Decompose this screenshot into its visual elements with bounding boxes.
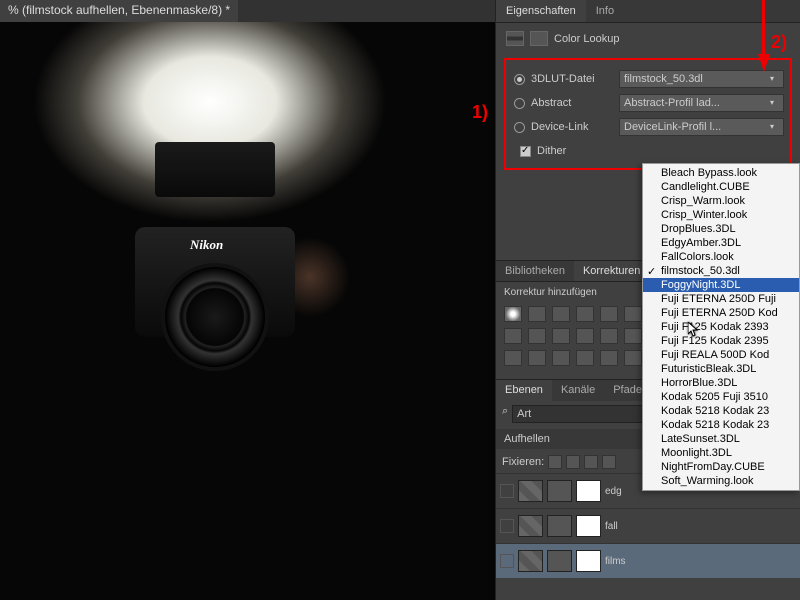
chevron-down-icon: ▾ [765, 119, 779, 135]
visibility-toggle[interactable] [500, 554, 514, 568]
levels-icon[interactable] [528, 306, 546, 322]
link-icon[interactable] [547, 480, 572, 502]
lock-pixels-icon[interactable] [566, 455, 580, 469]
properties-title: Color Lookup [554, 33, 619, 45]
link-icon[interactable] [547, 550, 572, 572]
lut-menu-item[interactable]: Kodak 5218 Kodak 23 [643, 404, 799, 418]
curves-icon[interactable] [552, 306, 570, 322]
exposure-icon[interactable] [576, 306, 594, 322]
tab-properties[interactable]: Eigenschaften [496, 0, 586, 22]
lut-menu-item[interactable]: Fuji F125 Kodak 2395 [643, 334, 799, 348]
layer-name[interactable]: edg [605, 486, 622, 497]
adj-icon[interactable] [624, 306, 642, 322]
dropdown-devicelink[interactable]: DeviceLink-Profil l...▾ [619, 118, 784, 136]
document-tab[interactable]: % (filmstock aufhellen, Ebenenmaske/8) * [0, 0, 238, 22]
lut-menu-item[interactable]: filmstock_50.3dl [643, 264, 799, 278]
lut-menu-item[interactable]: Kodak 5218 Kodak 23 [643, 418, 799, 432]
lut-menu-item[interactable]: Moonlight.3DL [643, 446, 799, 460]
label-fixieren: Fixieren: [502, 456, 544, 468]
layer-name[interactable]: films [605, 556, 626, 567]
mask-icon[interactable] [530, 31, 548, 46]
checkbox-dither[interactable] [520, 146, 531, 157]
adj-icon[interactable] [600, 350, 618, 366]
adj-icon[interactable] [624, 328, 642, 344]
lut-menu-item[interactable]: Crisp_Warm.look [643, 194, 799, 208]
layer-lut-icon [518, 480, 543, 502]
lut-menu-item[interactable]: FoggyNight.3DL [643, 278, 799, 292]
adj-icon[interactable] [528, 350, 546, 366]
lut-menu-item[interactable]: HorrorBlue.3DL [643, 376, 799, 390]
label-3dlut: 3DLUT-Datei [531, 73, 619, 85]
adj-icon[interactable] [624, 350, 642, 366]
lock-transparency-icon[interactable] [548, 455, 562, 469]
lut-menu-item[interactable]: Soft_Warming.look [643, 474, 799, 488]
properties-header: Color Lookup [496, 23, 800, 54]
tab-ebenen[interactable]: Ebenen [496, 380, 552, 401]
radio-abstract[interactable] [514, 98, 525, 109]
tab-info[interactable]: Info [586, 0, 624, 22]
lut-menu-item[interactable]: Crisp_Winter.look [643, 208, 799, 222]
adj-icon[interactable] [576, 328, 594, 344]
lut-grid-icon [506, 31, 524, 46]
layer-mask-thumb[interactable] [576, 480, 601, 502]
chevron-down-icon: ▾ [765, 95, 779, 111]
adj-icon[interactable] [576, 350, 594, 366]
lut-menu-item[interactable]: Fuji ETERNA 250D Fuji [643, 292, 799, 306]
layer-row[interactable]: fall [496, 508, 800, 543]
lut-menu-item[interactable]: Kodak 5205 Fuji 3510 [643, 390, 799, 404]
canvas-viewport[interactable]: Nikon [0, 22, 495, 600]
lut-dropdown-menu[interactable]: Bleach Bypass.lookCandlelight.CUBECrisp_… [642, 163, 800, 491]
tab-bibliotheken[interactable]: Bibliotheken [496, 261, 574, 281]
lut-menu-item[interactable]: LateSunset.3DL [643, 432, 799, 446]
lut-menu-item[interactable]: Fuji F125 Kodak 2393 [643, 320, 799, 334]
annotation-1: 1) [472, 102, 488, 123]
lut-options-group: 3DLUT-Datei filmstock_50.3dl▾ Abstract A… [504, 58, 792, 170]
lut-menu-item[interactable]: FuturisticBleak.3DL [643, 362, 799, 376]
adj-icon[interactable] [600, 306, 618, 322]
layer-mask-thumb[interactable] [576, 515, 601, 537]
lock-all-icon[interactable] [602, 455, 616, 469]
lut-menu-item[interactable]: EdgyAmber.3DL [643, 236, 799, 250]
annotation-arrow [758, 54, 770, 72]
annotation-2: 2) [771, 32, 787, 53]
lut-menu-item[interactable]: Candlelight.CUBE [643, 180, 799, 194]
lut-menu-item[interactable]: NightFromDay.CUBE [643, 460, 799, 474]
label-dither: Dither [537, 145, 566, 157]
lut-menu-item[interactable]: DropBlues.3DL [643, 222, 799, 236]
adj-icon[interactable] [552, 328, 570, 344]
properties-tabbar: Eigenschaften Info [496, 0, 800, 23]
photo-subject: Nikon [135, 182, 295, 382]
radio-devicelink[interactable] [514, 122, 525, 133]
lut-menu-item[interactable]: FallColors.look [643, 250, 799, 264]
adj-icon[interactable] [504, 328, 522, 344]
adj-icon[interactable] [504, 350, 522, 366]
chevron-down-icon: ▾ [765, 71, 779, 87]
lut-menu-item[interactable]: Fuji ETERNA 250D Kod [643, 306, 799, 320]
radio-3dlut[interactable] [514, 74, 525, 85]
tab-korrekturen[interactable]: Korrekturen [574, 261, 649, 281]
link-icon[interactable] [547, 515, 572, 537]
tab-kanaele[interactable]: Kanäle [552, 380, 604, 401]
dropdown-3dlut-file[interactable]: filmstock_50.3dl▾ [619, 70, 784, 88]
adj-icon[interactable] [600, 328, 618, 344]
label-devicelink: Device-Link [531, 121, 619, 133]
dropdown-abstract[interactable]: Abstract-Profil lad...▾ [619, 94, 784, 112]
layer-mask-thumb[interactable] [576, 550, 601, 572]
layer-lut-icon [518, 550, 543, 572]
visibility-toggle[interactable] [500, 484, 514, 498]
adj-icon[interactable] [552, 350, 570, 366]
layer-row[interactable]: films [496, 543, 800, 578]
brightness-icon[interactable] [504, 306, 522, 322]
cursor-icon [688, 322, 700, 338]
layer-lut-icon [518, 515, 543, 537]
visibility-toggle[interactable] [500, 519, 514, 533]
lock-position-icon[interactable] [584, 455, 598, 469]
lut-menu-item[interactable]: Fuji REALA 500D Kod [643, 348, 799, 362]
label-abstract: Abstract [531, 97, 619, 109]
search-icon[interactable]: ⌕ [502, 405, 508, 423]
lut-menu-item[interactable]: Bleach Bypass.look [643, 166, 799, 180]
adj-icon[interactable] [528, 328, 546, 344]
layer-name[interactable]: fall [605, 521, 618, 532]
